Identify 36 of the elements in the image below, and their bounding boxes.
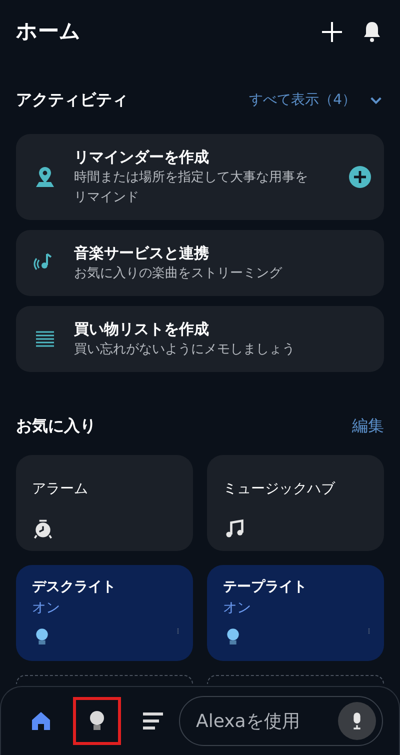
card-title: 音楽サービスと連携: [74, 243, 210, 264]
alexa-field[interactable]: Alexaを使用: [179, 696, 383, 746]
section-title: お気に入り: [16, 415, 96, 437]
empty-tile[interactable]: [207, 675, 384, 684]
card-subtitle: 時間または場所を指定して大事な用事をリマインド: [74, 169, 309, 207]
alarm-clock-icon: [32, 518, 54, 540]
favorite-tile[interactable]: ミュージックハブ: [207, 455, 384, 551]
device-tile[interactable]: テープライト オン: [207, 565, 384, 661]
add-icon[interactable]: [320, 20, 344, 44]
add-circle-icon[interactable]: [348, 165, 372, 189]
activity-card[interactable]: リマインダーを作成 時間または場所を指定して大事な用事をリマインド: [16, 134, 384, 220]
activity-card[interactable]: 音楽サービスと連携 お気に入りの楽曲をストリーミング: [16, 230, 384, 296]
card-subtitle: お気に入りの楽曲をストリーミング: [74, 265, 284, 283]
pin-icon: [33, 165, 57, 189]
favorite-tile[interactable]: アラーム: [16, 455, 193, 551]
status-text: オン: [223, 599, 251, 618]
card-subtitle: 買い忘れがないようにメモしましょう: [74, 341, 296, 359]
tile-label: アラーム: [32, 480, 88, 499]
device-tile[interactable]: デスクライト オン: [16, 565, 193, 661]
tile-label: デスクライト: [32, 578, 116, 597]
activity-card[interactable]: 買い物リストを作成 買い忘れがないようにメモしましょう: [16, 306, 384, 372]
card-title: 買い物リストを作成: [74, 319, 210, 340]
section-title: アクティビティ: [16, 89, 128, 111]
see-all-link[interactable]: すべて表示（4）: [249, 90, 356, 110]
home-icon: [29, 709, 53, 733]
tile-label: ミュージックハブ: [223, 480, 335, 499]
microphone-button[interactable]: [338, 702, 376, 740]
page-title: ホーム: [16, 18, 81, 46]
alexa-input[interactable]: Alexaを使用: [196, 708, 338, 734]
tile-label: テープライト: [223, 578, 307, 597]
nav-tab[interactable]: [73, 697, 121, 745]
status-text: オン: [32, 599, 60, 618]
empty-tile[interactable]: [16, 675, 193, 684]
card-title: リマインダーを作成: [74, 147, 210, 168]
music-note-icon: [223, 518, 245, 540]
edit-link[interactable]: 編集: [352, 414, 384, 438]
